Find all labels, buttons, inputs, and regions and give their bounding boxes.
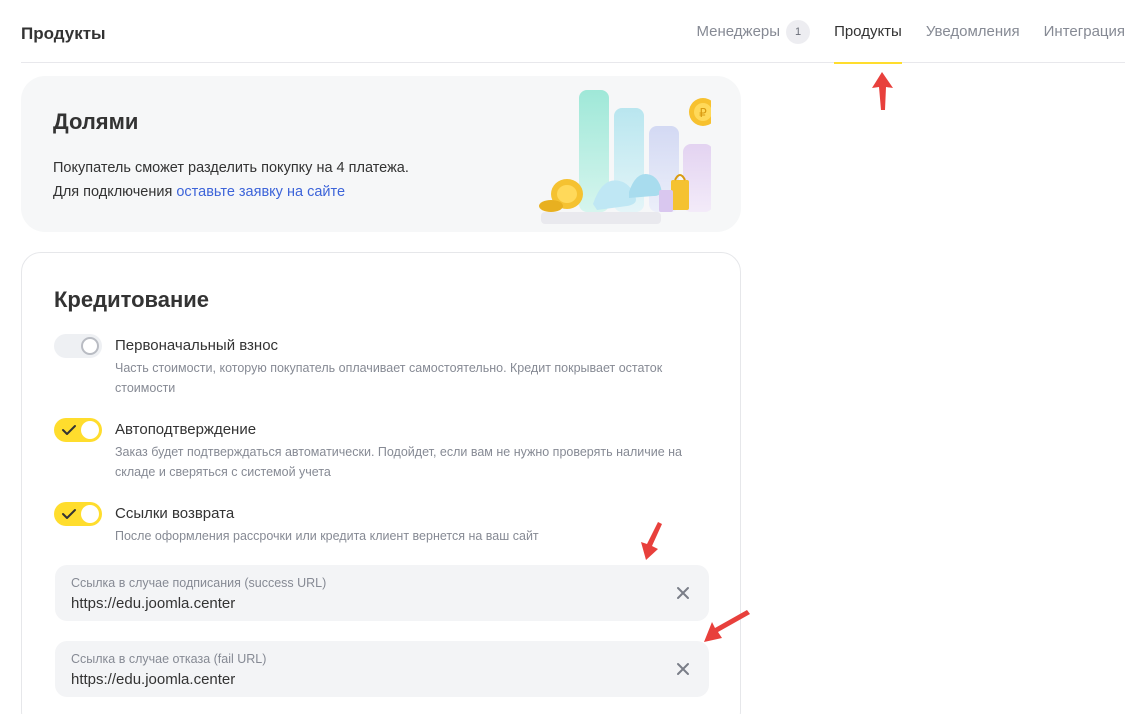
- annotation-arrow-down-icon: [641, 522, 662, 560]
- fail-url-label: Ссылка в случае отказа (fail URL): [71, 652, 267, 666]
- svg-text:₽: ₽: [699, 106, 707, 120]
- apply-on-site-link[interactable]: оставьте заявку на сайте: [176, 184, 345, 200]
- annotation-arrow-left-icon: [704, 610, 750, 642]
- page-header: Продукты Менеджеры 1 Продукты Уведомлени…: [21, 0, 1125, 64]
- success-url-label: Ссылка в случае подписания (success URL): [71, 576, 327, 590]
- auto-confirm-description: Заказ будет подтверждаться автоматически…: [115, 445, 682, 479]
- credit-title: Кредитование: [54, 287, 210, 312]
- tab-bar: Менеджеры 1 Продукты Уведомления Интегра…: [673, 0, 1125, 64]
- toggle-knob: [81, 421, 99, 439]
- annotation-arrow-up-icon: [872, 72, 893, 110]
- dolyami-title: Долями: [53, 109, 139, 134]
- clear-icon[interactable]: [675, 661, 691, 677]
- toggle-knob: [81, 505, 99, 523]
- check-icon: [62, 425, 76, 435]
- dolyami-card: Долями Покупатель сможет разделить покуп…: [21, 76, 741, 232]
- credit-card: Кредитование Первоначальный взнос Часть …: [21, 252, 741, 714]
- tab-integration[interactable]: Интеграция: [1044, 0, 1125, 63]
- check-icon: [62, 509, 76, 519]
- return-links-description: После оформления рассрочки или кредита к…: [115, 529, 539, 543]
- fail-url-input[interactable]: https://edu.joomla.center: [71, 671, 235, 688]
- tab-products[interactable]: Продукты: [834, 0, 902, 64]
- initial-payment-label: Первоначальный взнос: [115, 337, 279, 354]
- tab-managers-label: Менеджеры: [696, 23, 781, 40]
- dolyami-line-2: Для подключения оставьте заявку на сайте: [53, 180, 409, 204]
- dolyami-line-1: Покупатель сможет разделить покупку на 4…: [53, 160, 409, 176]
- auto-confirm-toggle[interactable]: [54, 418, 102, 442]
- tab-integration-label: Интеграция: [1043, 23, 1125, 40]
- dolyami-description: Покупатель сможет разделить покупку на 4…: [53, 156, 409, 204]
- return-links-toggle[interactable]: [54, 502, 102, 526]
- initial-payment-description: Часть стоимости, которую покупатель опла…: [115, 361, 663, 395]
- tab-managers[interactable]: Менеджеры 1: [697, 0, 811, 63]
- success-url-input[interactable]: https://edu.joomla.center: [71, 595, 235, 612]
- dolyami-line-2-prefix: Для подключения: [53, 184, 177, 200]
- tab-notifications-label: Уведомления: [925, 23, 1020, 40]
- success-url-field[interactable]: Ссылка в случае подписания (success URL)…: [55, 565, 709, 621]
- managers-count-badge: 1: [786, 19, 811, 44]
- initial-payment-toggle[interactable]: [54, 334, 102, 358]
- return-links-label: Ссылки возврата: [115, 505, 235, 522]
- toggle-knob: [81, 337, 99, 355]
- fail-url-field[interactable]: Ссылка в случае отказа (fail URL) https:…: [55, 641, 709, 697]
- shopping-illustration: ₽: [539, 90, 711, 224]
- auto-confirm-label: Автоподтверждение: [115, 421, 257, 438]
- tab-notifications[interactable]: Уведомления: [926, 0, 1020, 63]
- clear-icon[interactable]: [675, 585, 691, 601]
- tab-products-label: Продукты: [834, 23, 902, 40]
- page-title: Продукты: [21, 24, 106, 43]
